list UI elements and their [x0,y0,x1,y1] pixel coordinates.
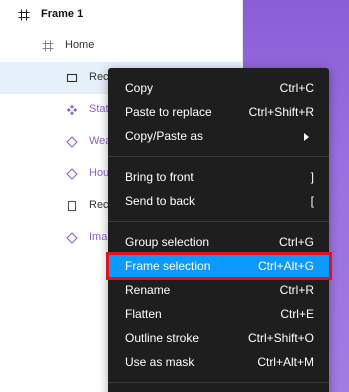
menu-item-copy-paste-as[interactable]: Copy/Paste as [108,124,329,148]
component-instance-icon [65,103,79,117]
rectangle-icon [65,199,79,213]
layer-label: Hou [89,167,110,179]
component-diamond-icon [65,135,79,149]
menu-item-use-as-mask[interactable]: Use as mask Ctrl+Alt+M [108,350,329,374]
menu-item-label: Use as mask [125,355,195,369]
menu-item-shortcut: Ctrl+Alt+M [257,355,314,369]
menu-item-copy[interactable]: Copy Ctrl+C [108,76,329,100]
menu-item-rename[interactable]: Rename Ctrl+R [108,278,329,302]
menu-item-flatten[interactable]: Flatten Ctrl+E [108,302,329,326]
menu-item-bring-to-front[interactable]: Bring to front ] [108,165,329,189]
menu-item-shortcut: Ctrl+E [280,307,314,321]
menu-item-label: Outline stroke [125,331,200,345]
menu-item-label: Group selection [125,235,210,249]
menu-item-shortcut: ] [310,170,314,184]
menu-item-shortcut: Ctrl+Alt+G [257,259,314,273]
menu-item-paste-to-replace[interactable]: Paste to replace Ctrl+Shift+R [108,100,329,124]
layer-label: Home [65,39,95,51]
menu-item-label: Frame selection [125,259,211,273]
menu-item-shortcut: Ctrl+R [279,283,314,297]
menu-item-label: Paste to replace [125,105,212,119]
menu-item-label: Flatten [125,307,162,321]
menu-separator [108,382,329,383]
menu-item-shortcut: Ctrl+Shift+R [248,105,314,119]
menu-item-label: Bring to front [125,170,194,184]
submenu-arrow-icon [304,133,309,141]
menu-item-label: Send to back [125,194,196,208]
menu-separator [108,221,329,222]
frame-icon [17,8,31,22]
menu-item-shortcut: Ctrl+G [278,235,314,249]
layer-frame-1[interactable]: Frame 1 [0,0,243,30]
layer-label: Stat [89,103,109,115]
context-menu: Copy Ctrl+C Paste to replace Ctrl+Shift+… [106,68,332,392]
menu-item-outline-stroke[interactable]: Outline stroke Ctrl+Shift+O [108,326,329,350]
layer-home[interactable]: Home [0,30,243,62]
component-diamond-icon [65,231,79,245]
menu-item-label: Copy/Paste as [125,129,204,143]
menu-item-shortcut: Ctrl+C [279,81,314,95]
menu-item-label: Rename [125,283,171,297]
menu-item-send-to-back[interactable]: Send to back [ [108,189,329,213]
menu-item-label: Copy [125,81,154,95]
layer-label: Ima [89,231,108,243]
menu-item-frame-selection[interactable]: Frame selection Ctrl+Alt+G [106,252,332,280]
rectangle-icon [65,71,79,85]
frame-icon [41,39,55,53]
menu-item-group-selection[interactable]: Group selection Ctrl+G [108,230,329,254]
menu-separator [108,156,329,157]
layer-label: Frame 1 [41,8,84,20]
layer-label: Rec [89,199,109,211]
menu-item-shortcut: Ctrl+Shift+O [247,331,314,345]
layer-label: Rec [89,71,109,83]
menu-item-shortcut: [ [310,194,314,208]
component-diamond-icon [65,167,79,181]
